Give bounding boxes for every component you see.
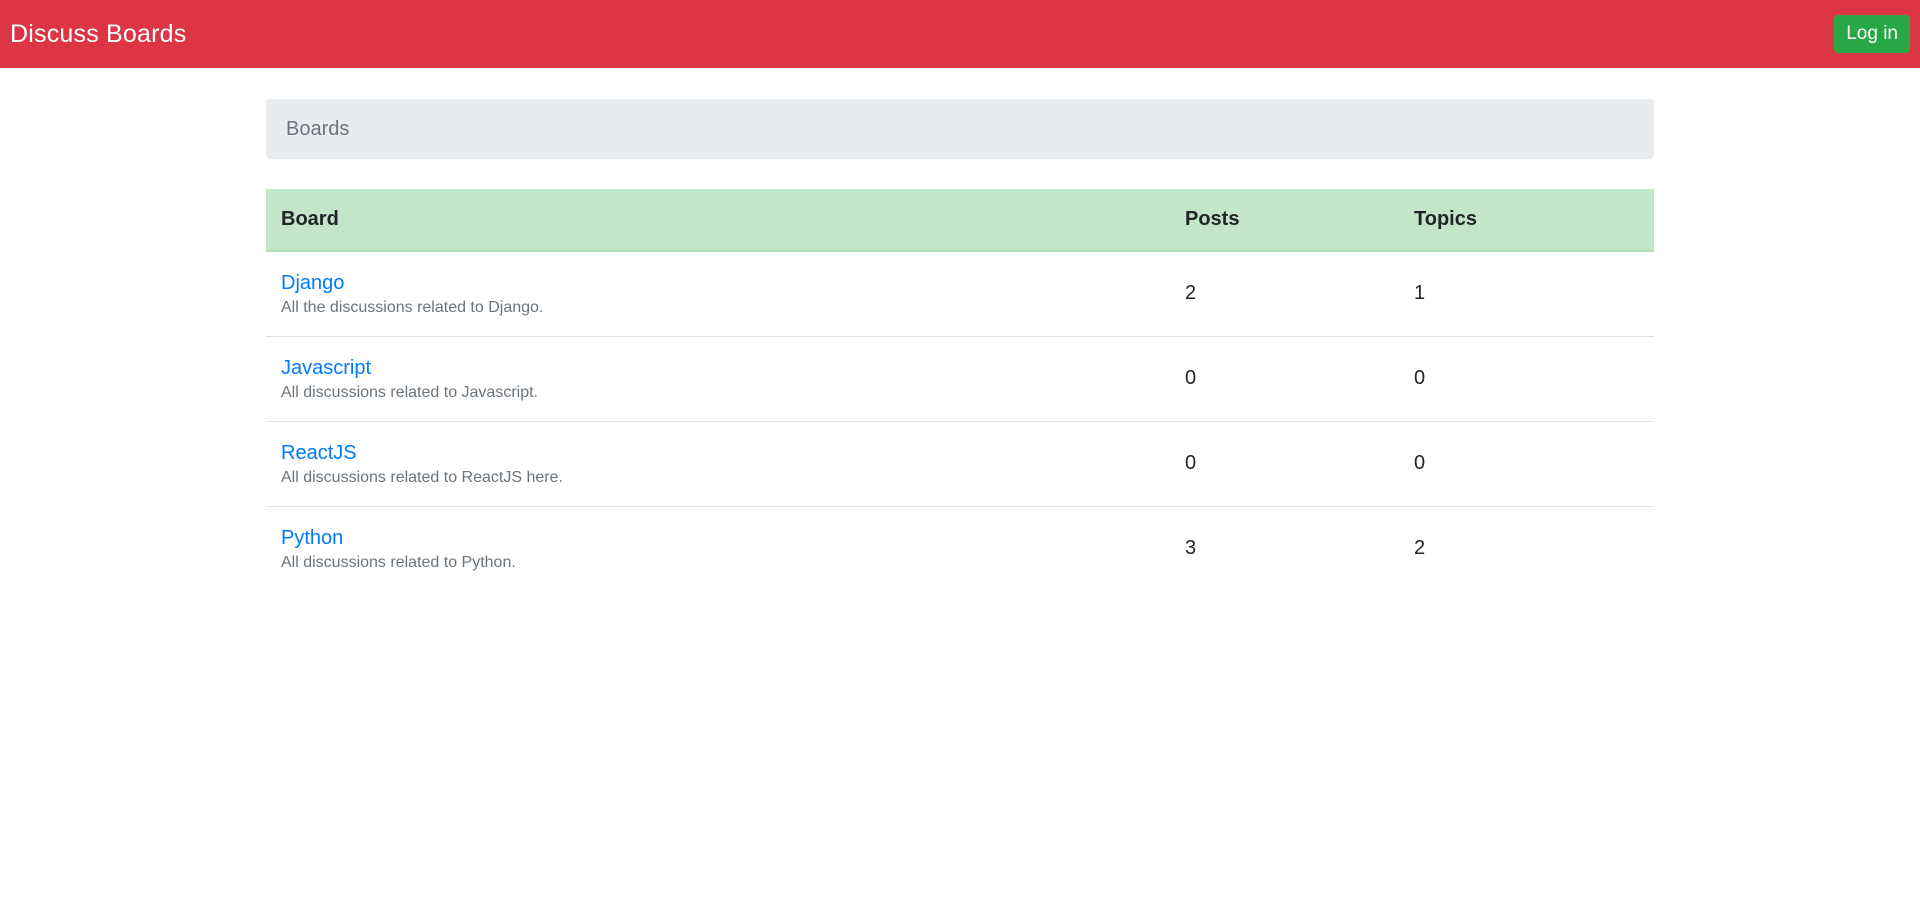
boards-table-header: Board Posts Topics — [266, 189, 1654, 252]
main-container: Boards Board Posts Topics Django All the… — [266, 99, 1654, 591]
table-row: ReactJS All discussions related to React… — [266, 420, 1654, 506]
breadcrumb: Boards — [266, 99, 1654, 159]
board-description: All discussions related to Javascript. — [281, 383, 538, 401]
table-row: Python All discussions related to Python… — [266, 505, 1654, 591]
posts-count: 2 — [1185, 282, 1197, 305]
board-description: All discussions related to Python. — [281, 553, 516, 571]
board-cell: Python All discussions related to Python… — [266, 505, 1170, 591]
topics-count: 0 — [1399, 420, 1654, 506]
posts-count: 0 — [1170, 420, 1399, 506]
board-description: All discussions related to ReactJS here. — [281, 468, 563, 486]
brand-link[interactable]: Discuss Boards — [10, 20, 186, 49]
board-description: All the discussions related to Django. — [281, 298, 544, 316]
login-button[interactable]: Log in — [1834, 14, 1910, 54]
board-link-javascript[interactable]: Javascript — [281, 356, 1155, 380]
board-link-reactjs[interactable]: ReactJS — [281, 441, 1155, 465]
table-row: Django All the discussions related to Dj… — [266, 251, 1654, 336]
board-cell: Javascript All discussions related to Ja… — [266, 335, 1170, 421]
column-header-posts: Posts — [1170, 189, 1399, 252]
column-header-board: Board — [266, 189, 1170, 252]
boards-table-body: Django All the discussions related to Dj… — [266, 251, 1654, 591]
table-row: Javascript All discussions related to Ja… — [266, 335, 1654, 421]
posts-count: 3 — [1170, 505, 1399, 591]
header-row: Board Posts Topics — [266, 189, 1654, 252]
column-header-topics: Topics — [1399, 189, 1654, 252]
top-navbar: Discuss Boards Log in — [0, 0, 1920, 68]
board-cell: Django All the discussions related to Dj… — [266, 251, 1170, 336]
topics-count: 2 — [1399, 505, 1654, 591]
posts-count: 0 — [1170, 335, 1399, 421]
board-cell: ReactJS All discussions related to React… — [266, 420, 1170, 506]
board-link-django[interactable]: Django — [281, 271, 1155, 295]
board-link-python[interactable]: Python — [281, 526, 1155, 550]
boards-table: Board Posts Topics Django All the discus… — [266, 189, 1654, 591]
topics-count: 0 — [1399, 335, 1654, 421]
breadcrumb-item-boards: Boards — [286, 117, 350, 140]
topics-count: 1 — [1414, 282, 1426, 305]
